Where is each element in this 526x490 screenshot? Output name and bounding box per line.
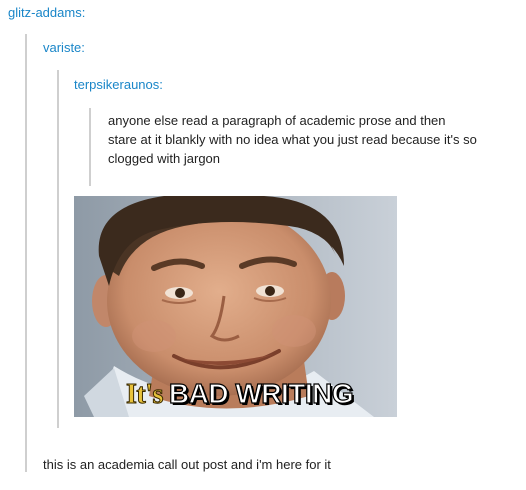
reblog-border-outer	[25, 34, 27, 472]
username-variste[interactable]: variste:	[43, 40, 85, 55]
reply-text: this is an academia call out post and i'…	[43, 457, 331, 472]
username-terpsikeraunos[interactable]: terpsikeraunos:	[74, 77, 163, 92]
original-post-line-3: clogged with jargon	[108, 151, 221, 166]
reblog-border-middle	[57, 70, 59, 428]
original-post-line-2: stare at it blankly with no idea what yo…	[108, 132, 477, 147]
gif-caption-prefix: It's	[126, 379, 164, 411]
reaction-gif[interactable]: It's BAD WRITING	[74, 196, 397, 417]
reblog-border-inner	[89, 108, 91, 186]
gif-caption: It's BAD WRITING	[126, 377, 355, 411]
original-post-text: anyone else read a paragraph of academic…	[108, 111, 477, 168]
gif-caption-main: BAD WRITING	[168, 377, 354, 409]
username-glitz-addams[interactable]: glitz-addams:	[8, 5, 85, 20]
original-post-line-1: anyone else read a paragraph of academic…	[108, 113, 446, 128]
